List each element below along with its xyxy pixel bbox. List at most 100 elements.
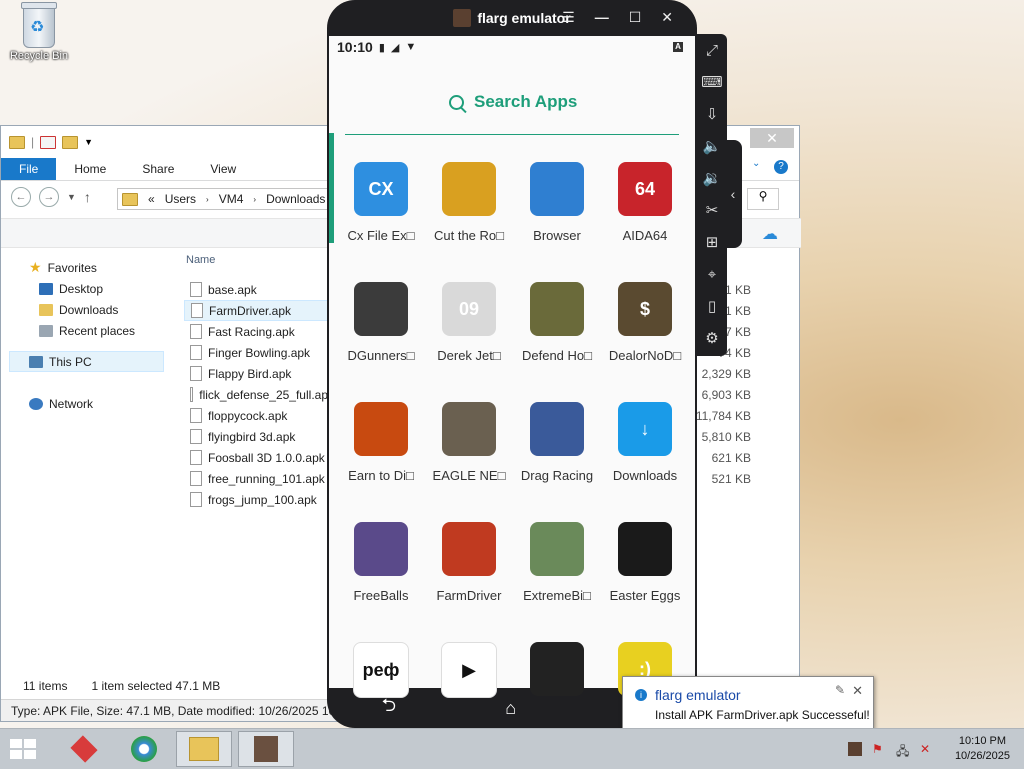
app-tile[interactable]: EAGLE NE□ (425, 402, 513, 483)
app-icon: ↓ (618, 402, 672, 456)
network-tray-icon[interactable]: 🖧 (896, 742, 910, 758)
taskbar-app-red[interactable] (56, 731, 112, 767)
file-name: flick_defense_25_full.apk (199, 387, 334, 402)
app-tile[interactable]: Easter Eggs (601, 522, 689, 603)
volume-muted-icon[interactable]: ✕ (920, 742, 934, 756)
app-tile[interactable]: 09 Derek Jet□ (425, 282, 513, 363)
navigation-pane: ★ Favorites Desktop Downloads Recent pla… (1, 251, 176, 414)
nav-network[interactable]: Network (1, 393, 176, 414)
flag-icon[interactable]: ⚑ (872, 742, 886, 756)
app-tile[interactable]: CX Cx File Ex□ (337, 162, 425, 243)
emulator-side-toolbar: ⤢ ⌨ ⇩ 🔈 🔉 ✂ ⊞ ⌖ ▯ ⚙ (697, 34, 727, 356)
column-header-name[interactable]: Name (186, 254, 215, 266)
taskbar: ⚑ 🖧 ✕ 10:10 PM 10/26/2025 (0, 728, 1024, 769)
keyboard-icon[interactable]: ⌨ (697, 66, 727, 98)
breadcrumb-downloads[interactable]: Downloads (266, 192, 325, 206)
location-icon[interactable]: ⌖ (697, 258, 727, 290)
search-apps-button[interactable]: Search Apps (449, 92, 577, 112)
toast-notification[interactable]: i flarg emulator Install APK FarmDriver.… (622, 676, 874, 730)
app-tile[interactable]: FarmDriver (425, 522, 513, 603)
status-bar: 11 items 1 item selected 47.1 MB (23, 679, 220, 693)
file-row[interactable]: Flappy Bird.apk (184, 363, 334, 384)
app-tile[interactable]: Earn to Di□ (337, 402, 425, 483)
taskbar-app-browser[interactable] (116, 731, 172, 767)
app-tile[interactable]: 64 AIDA64 (601, 162, 689, 243)
qat-dropdown-icon[interactable]: ▼ (84, 137, 93, 147)
pin-icon[interactable]: ✎ (835, 683, 845, 697)
network-icon (29, 397, 43, 410)
properties-icon[interactable] (40, 135, 57, 149)
tab-home[interactable]: Home (56, 158, 124, 180)
file-row[interactable]: Fast Racing.apk (184, 321, 334, 342)
start-button[interactable] (10, 739, 36, 759)
folder-icon (189, 737, 219, 761)
home-nav-icon[interactable]: ⌂ (505, 698, 516, 719)
back-button[interactable]: ← (11, 187, 31, 207)
recent-locations-icon[interactable]: ▼ (67, 192, 76, 202)
app-tile[interactable]: Cut the Ro□ (425, 162, 513, 243)
file-row[interactable]: floppycock.apk (184, 405, 334, 426)
fullscreen-icon[interactable]: ⤢ (697, 34, 727, 66)
add-window-icon[interactable]: ⊞ (697, 226, 727, 258)
chevron-down-icon[interactable]: ⌄ (752, 158, 760, 169)
file-row[interactable]: base.apk (184, 279, 334, 300)
minimize-icon[interactable]: — (595, 9, 609, 26)
app-icon: CX (354, 162, 408, 216)
settings-icon[interactable]: ⚙ (697, 322, 727, 354)
shake-icon[interactable]: ▯ (697, 290, 727, 322)
close-icon[interactable]: ✕ (750, 128, 794, 148)
app-tile[interactable]: Drag Racing (513, 402, 601, 483)
breadcrumb-overflow[interactable]: « (148, 192, 155, 206)
app-tile[interactable]: DGunners□ (337, 282, 425, 363)
breadcrumb-vm4[interactable]: VM4 (219, 192, 244, 206)
help-icon[interactable]: ? (774, 160, 788, 174)
taskbar-file-explorer[interactable] (176, 731, 232, 767)
taskbar-emulator[interactable] (238, 731, 294, 767)
nav-recent-places[interactable]: Recent places (1, 320, 176, 341)
tab-share[interactable]: Share (124, 158, 192, 180)
breadcrumb-users[interactable]: Users (165, 192, 196, 206)
screenshot-icon[interactable]: ✂ (697, 194, 727, 226)
menu-icon[interactable]: ☰ (562, 9, 575, 26)
tab-file[interactable]: File (1, 158, 57, 180)
volume-down-icon[interactable]: 🔉 (697, 162, 727, 194)
file-name: Foosball 3D 1.0.0.apk (208, 450, 325, 465)
clock[interactable]: 10:10 PM 10/26/2025 (955, 734, 1010, 764)
emulator-tray-icon[interactable] (848, 742, 862, 756)
tab-view[interactable]: View (192, 158, 254, 180)
emulator-window: flarg emulator ☰ — ☐ ✕ 10:10 ▮ ◢ ▼ A Sea… (327, 0, 697, 728)
close-icon[interactable]: ✕ (852, 683, 863, 699)
volume-up-icon[interactable]: 🔈 (697, 130, 727, 162)
app-tile[interactable]: Defend Ho□ (513, 282, 601, 363)
maximize-icon[interactable]: ☐ (629, 9, 642, 26)
new-folder-icon[interactable] (62, 135, 79, 149)
forward-button[interactable]: → (39, 187, 59, 207)
file-icon (190, 408, 202, 423)
app-tile[interactable]: $ DealorNoD□ (601, 282, 689, 363)
nav-favorites[interactable]: ★ Favorites (1, 257, 176, 278)
collapse-toolbar-button[interactable]: ‹ (724, 140, 742, 248)
file-row[interactable]: flyingbird 3d.apk (184, 426, 334, 447)
file-row[interactable]: FarmDriver.apk (184, 300, 334, 321)
back-nav-icon[interactable]: ⮌ (382, 693, 396, 723)
nav-desktop[interactable]: Desktop (1, 278, 176, 299)
search-box-fragment[interactable]: ⚲ (747, 188, 779, 210)
recycle-bin-icon[interactable]: ♻ Recycle Bin (4, 2, 74, 62)
emulator-titlebar[interactable]: flarg emulator ☰ — ☐ ✕ (327, 0, 697, 36)
app-tile[interactable]: ↓ Downloads (601, 402, 689, 483)
file-row[interactable]: free_running_101.apk (184, 468, 334, 489)
app-tile[interactable]: ExtremeBi□ (513, 522, 601, 603)
up-button[interactable]: ↑ (84, 189, 91, 205)
nav-downloads[interactable]: Downloads (1, 299, 176, 320)
nav-this-pc[interactable]: This PC (9, 351, 164, 372)
file-row[interactable]: frogs_jump_100.apk (184, 489, 334, 510)
file-row[interactable]: flick_defense_25_full.apk (184, 384, 334, 405)
app-tile[interactable]: FreeBalls (337, 522, 425, 603)
app-label: ExtremeBi□ (523, 588, 591, 603)
file-row[interactable]: Foosball 3D 1.0.0.apk (184, 447, 334, 468)
close-icon[interactable]: ✕ (661, 9, 673, 26)
install-apk-icon[interactable]: ⇩ (697, 98, 727, 130)
file-row[interactable]: Finger Bowling.apk (184, 342, 334, 363)
app-tile[interactable]: Browser (513, 162, 601, 243)
address-bar[interactable]: « Users › VM4 › Downloads (117, 188, 329, 210)
